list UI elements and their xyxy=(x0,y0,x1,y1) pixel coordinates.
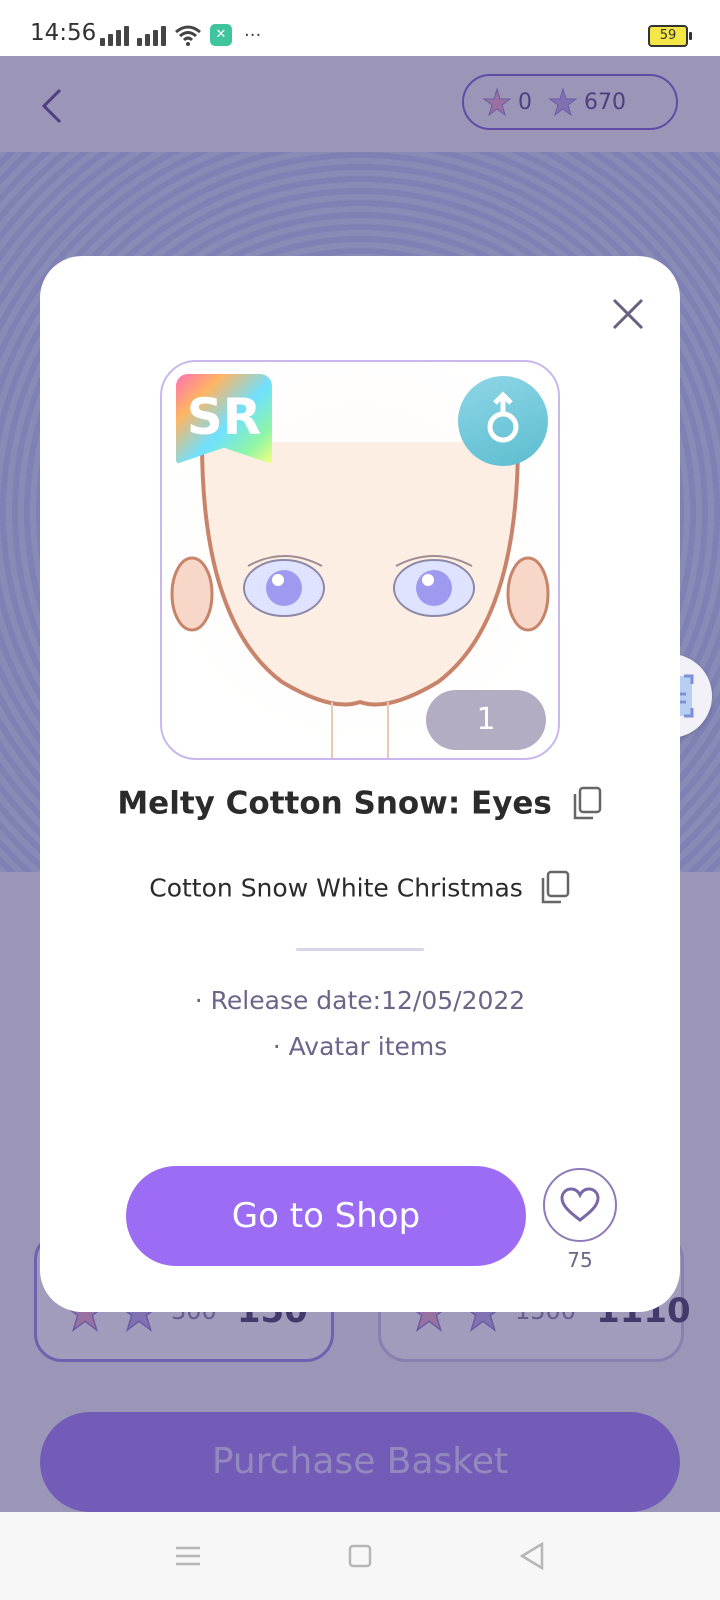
male-icon xyxy=(487,391,519,443)
item-category: · Avatar items xyxy=(272,1032,448,1061)
close-icon[interactable] xyxy=(608,294,648,334)
heart-icon xyxy=(560,1187,600,1222)
owned-count-badge: 1 xyxy=(426,690,546,750)
wifi-icon xyxy=(175,25,201,46)
signal-icon-2 xyxy=(137,24,166,46)
divider xyxy=(296,948,424,951)
more-status-icon: ··· xyxy=(244,25,262,46)
item-title: Melty Cotton Snow: Eyes xyxy=(117,785,552,822)
signal-icon xyxy=(100,24,129,46)
battery-icon: 59 xyxy=(648,25,692,47)
release-date: · Release date:12/05/2022 xyxy=(194,986,526,1015)
home-icon[interactable] xyxy=(342,1538,378,1574)
favorite-button[interactable] xyxy=(543,1168,617,1242)
copy-icon[interactable] xyxy=(539,870,571,906)
item-detail-modal: SR 1 Melty Cotton Snow: Eyes Cotton Snow… xyxy=(40,256,680,1312)
favorite-count: 75 xyxy=(567,1248,593,1272)
system-navigation-bar xyxy=(0,1512,720,1600)
status-icons: ✕ ··· xyxy=(100,20,261,46)
male-badge xyxy=(458,376,548,466)
collection-row: Cotton Snow White Christmas xyxy=(40,870,680,906)
collection-name: Cotton Snow White Christmas xyxy=(149,873,523,903)
app-notification-icon: ✕ xyxy=(210,24,232,46)
item-title-row: Melty Cotton Snow: Eyes xyxy=(40,784,680,822)
item-thumbnail: SR 1 xyxy=(160,360,560,760)
status-time: 14:56 xyxy=(30,20,97,46)
copy-icon[interactable] xyxy=(571,786,603,822)
go-to-shop-button[interactable]: Go to Shop xyxy=(126,1166,526,1266)
status-bar: 14:56 ✕ ··· 59 xyxy=(0,0,720,56)
menu-icon[interactable] xyxy=(170,1538,206,1574)
back-icon[interactable] xyxy=(514,1538,550,1574)
